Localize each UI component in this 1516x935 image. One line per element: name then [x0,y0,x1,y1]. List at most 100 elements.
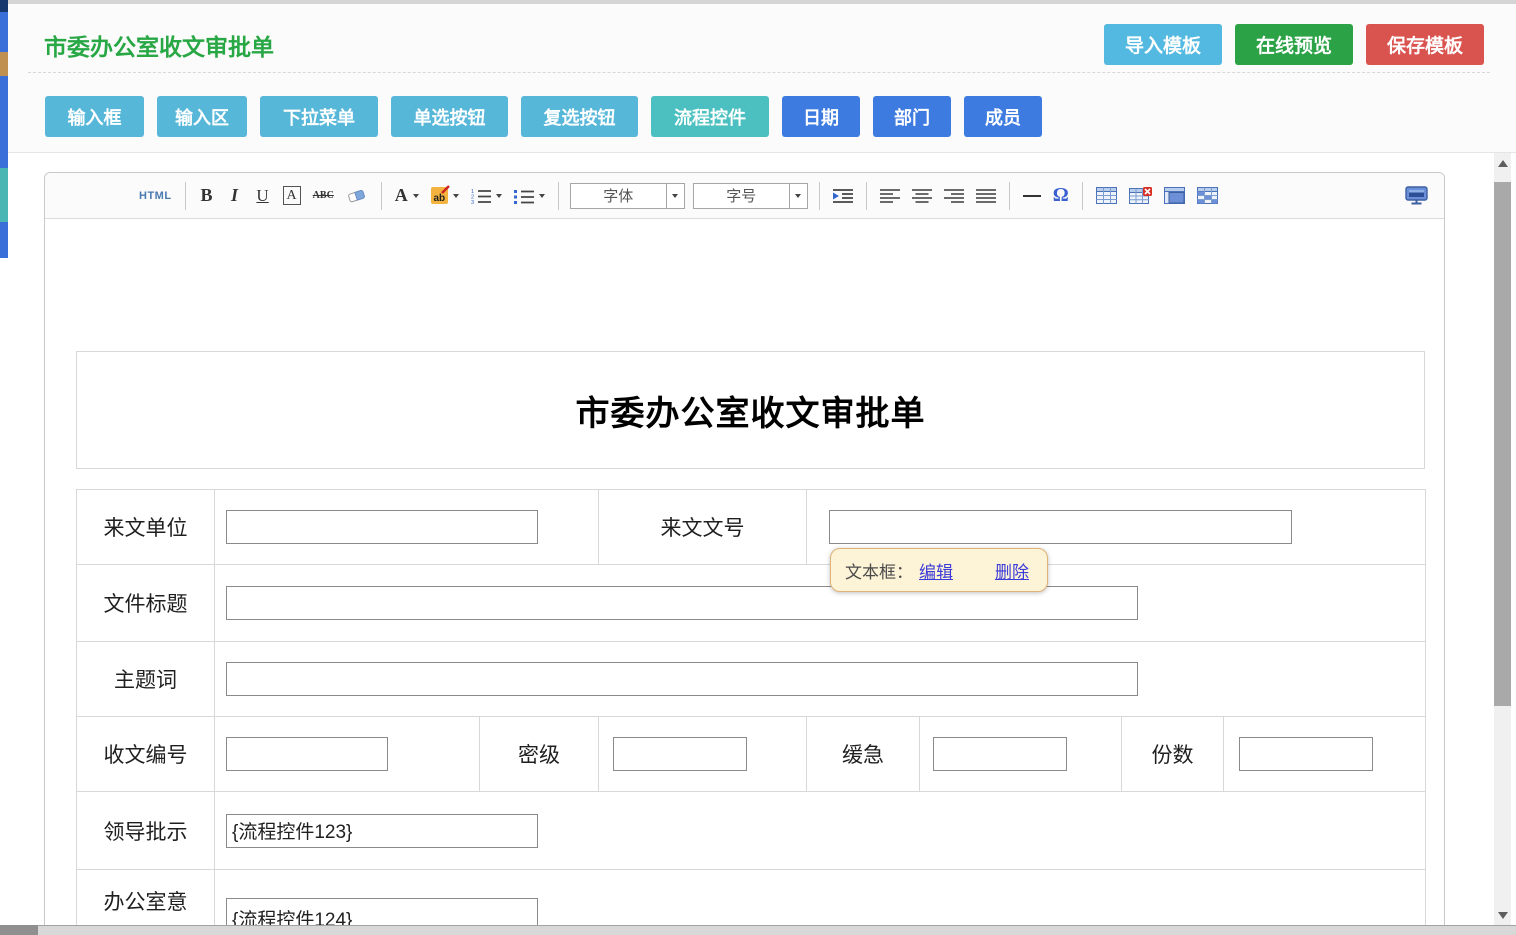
edit-control-link[interactable]: 编辑 [919,558,953,583]
widget-radio-button[interactable]: 单选按钮 [391,96,508,137]
cell-properties-icon [1197,187,1218,204]
scroll-down-button[interactable] [1494,905,1511,925]
widget-toolbar: 输入框 输入区 下拉菜单 单选按钮 复选按钮 流程控件 日期 部门 成员 [45,96,1042,137]
align-justify-icon [976,188,996,203]
header: 市委办公室收文审批单 导入模板 在线预览 保存模板 输入框 输入区 下拉菜单 单… [8,4,1516,153]
widget-date-button[interactable]: 日期 [782,96,860,137]
toolbar-separator [1082,182,1083,210]
italic-button[interactable]: I [223,182,247,210]
font-family-label: 字体 [571,184,666,208]
delete-control-link[interactable]: 删除 [995,558,1029,583]
format-block-button[interactable]: A [279,182,305,210]
incoming-doc-number-input[interactable] [829,510,1292,544]
vertical-scrollbar[interactable] [1494,153,1511,925]
toolbar-separator [819,182,820,210]
font-family-select[interactable]: 字体 [570,183,685,209]
italic-icon: I [231,185,238,206]
align-left-button[interactable] [876,182,904,210]
widget-textarea-button[interactable]: 输入区 [157,96,247,137]
widget-department-button[interactable]: 部门 [873,96,951,137]
toolbar-separator [185,182,186,210]
window-bottom-corner [0,925,38,935]
unordered-list-button[interactable] [510,182,549,210]
ordered-list-button[interactable]: 1 2 3 [467,182,506,210]
background-window-fragment [0,52,8,76]
cell-properties-button[interactable] [1193,182,1222,210]
rich-text-editor: HTML B I U A ABC A ab [44,172,1445,935]
down-arrow-icon [1498,912,1508,919]
unordered-list-icon [514,188,534,204]
keywords-input[interactable] [226,662,1138,696]
field-label: 缓急 [807,717,920,792]
import-template-button[interactable]: 导入模板 [1104,24,1222,65]
font-color-button[interactable]: A [391,182,423,210]
align-justify-button[interactable] [972,182,1000,210]
security-level-input[interactable] [613,737,747,771]
align-center-button[interactable] [908,182,936,210]
table-row: 收文编号 密级 缓急 份数 [77,717,1426,792]
horizontal-rule-icon [1023,195,1041,197]
widget-checkbox-button[interactable]: 复选按钮 [521,96,638,137]
insert-table-button[interactable] [1092,182,1121,210]
align-right-icon [944,188,964,203]
font-size-label: 字号 [694,184,789,208]
underline-button[interactable]: U [251,182,275,210]
chevron-down-icon [496,194,502,198]
strikethrough-button[interactable]: ABC [309,182,338,210]
dashed-divider [28,72,1490,73]
urgency-input[interactable] [933,737,1067,771]
save-template-button[interactable]: 保存模板 [1366,24,1484,65]
tooltip-label: 文本框： [845,558,913,583]
delete-table-button[interactable] [1125,182,1156,210]
highlight-color-button[interactable]: ab [427,182,463,210]
page-title: 市委办公室收文审批单 [44,28,274,62]
html-source-button[interactable]: HTML [135,182,176,210]
table-properties-icon [1164,187,1185,204]
remove-format-button[interactable] [342,182,372,210]
table-properties-button[interactable] [1160,182,1189,210]
incoming-unit-input[interactable] [226,510,538,544]
field-label: 收文编号 [77,717,215,792]
font-size-select[interactable]: 字号 [693,183,808,209]
widget-dropdown-button[interactable]: 下拉菜单 [260,96,378,137]
fullscreen-button[interactable] [1401,182,1432,210]
eraser-icon [346,187,368,204]
select-arrow[interactable] [789,184,807,208]
insert-table-icon [1096,187,1117,204]
field-label: 来文单位 [77,490,215,565]
document-title-cell[interactable]: 市委办公室收文审批单 [76,351,1425,469]
table-row: 文件标题 [77,565,1426,642]
align-right-button[interactable] [940,182,968,210]
field-label: 来文文号 [599,490,807,565]
field-label: 文件标题 [77,565,215,642]
widget-input-box-button[interactable]: 输入框 [45,96,144,137]
chevron-down-icon [539,194,545,198]
table-row: 领导批示 {流程控件123} [77,792,1426,870]
widget-member-button[interactable]: 成员 [964,96,1042,137]
indent-button[interactable] [829,182,857,210]
leader-instruction-flow-control[interactable]: {流程控件123} [226,814,538,848]
scrollbar-thumb[interactable] [1494,182,1511,706]
toolbar-separator [558,182,559,210]
horizontal-rule-button[interactable] [1019,182,1045,210]
widget-flow-control-button[interactable]: 流程控件 [651,96,769,137]
receipt-number-input[interactable] [226,737,388,771]
background-window-edge [0,0,8,258]
field-label: 份数 [1122,717,1224,792]
ordered-list-icon: 1 2 3 [471,188,491,204]
select-arrow[interactable] [666,184,684,208]
strikethrough-icon: ABC [313,190,334,201]
toolbar-separator [866,182,867,210]
special-char-button[interactable]: Ω [1049,182,1073,210]
control-tooltip: 文本框： 编辑 删除 [830,548,1048,592]
omega-icon: Ω [1053,184,1069,207]
copies-input[interactable] [1239,737,1373,771]
up-arrow-icon [1498,160,1508,167]
online-preview-button[interactable]: 在线预览 [1235,24,1353,65]
delete-table-icon [1129,187,1152,204]
table-row: 来文单位 来文文号 [77,490,1426,565]
chevron-down-icon [672,194,678,198]
scroll-up-button[interactable] [1494,153,1511,173]
bold-button[interactable]: B [195,182,219,210]
field-label: 主题词 [77,642,215,717]
